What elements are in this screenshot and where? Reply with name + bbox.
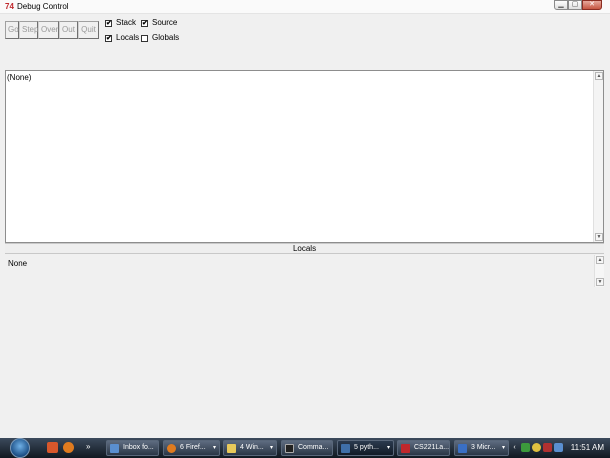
scroll-down-arrow-icon[interactable]: ▼ xyxy=(595,233,603,241)
task-label: Inbox fo... xyxy=(123,444,154,451)
stack-checkbox[interactable]: ✔ Stack xyxy=(105,18,136,28)
locals-pane: None ▲ ▼ xyxy=(5,255,604,437)
clock[interactable]: 11:51 AM xyxy=(571,443,604,452)
close-button[interactable]: ✕ xyxy=(582,0,602,10)
locals-checkbox[interactable]: ✔ Locals xyxy=(105,33,139,43)
tk-app-icon: 74 xyxy=(5,2,14,11)
locals-header: Locals xyxy=(5,243,604,254)
task-label: 5 pyth... xyxy=(354,444,379,451)
document-icon xyxy=(401,444,410,453)
word-icon xyxy=(458,444,467,453)
task-label: Comma... xyxy=(298,444,329,451)
over-button[interactable]: Over xyxy=(38,21,59,39)
scroll-up-arrow-icon[interactable]: ▲ xyxy=(595,72,603,80)
taskbar: » Inbox fo... 6 Firef... ▾ 4 Win... ▾ Co… xyxy=(0,438,610,458)
locals-scrollbar[interactable]: ▲ ▼ xyxy=(594,255,604,287)
globals-label: Globals xyxy=(152,33,180,42)
scroll-down-arrow-icon[interactable]: ▼ xyxy=(596,278,604,286)
stack-entry[interactable]: (None) xyxy=(7,73,31,82)
maximize-button[interactable]: ▢ xyxy=(568,0,582,10)
scroll-up-arrow-icon[interactable]: ▲ xyxy=(596,256,604,264)
chevron-down-icon: ▾ xyxy=(501,445,505,451)
python-icon xyxy=(341,444,350,453)
source-checkbox[interactable]: ✔ Source xyxy=(141,18,177,28)
check-mark-icon: ✔ xyxy=(141,19,148,27)
chevron-down-icon: ▾ xyxy=(212,445,216,451)
go-button[interactable]: Go xyxy=(5,21,19,39)
task-label: CS221La... xyxy=(414,444,450,451)
task-firefox[interactable]: 6 Firef... ▾ xyxy=(163,440,220,456)
stack-label: Stack xyxy=(116,18,137,27)
check-mark-icon: ✔ xyxy=(105,34,112,42)
folder-icon xyxy=(227,444,236,453)
out-button[interactable]: Out xyxy=(59,21,78,39)
chevron-down-icon: ▾ xyxy=(386,445,390,451)
task-python[interactable]: 5 pyth... ▾ xyxy=(337,440,394,456)
quit-button[interactable]: Quit xyxy=(78,21,99,39)
stack-scrollbar[interactable]: ▲ ▼ xyxy=(593,71,603,242)
power-icon[interactable] xyxy=(554,443,563,452)
task-command[interactable]: Comma... xyxy=(281,440,333,456)
task-label: 6 Firef... xyxy=(180,444,206,451)
system-tray: ‹ 11:51 AM xyxy=(510,439,610,457)
task-label: 3 Micr... xyxy=(471,444,496,451)
volume-icon[interactable] xyxy=(543,443,552,452)
task-windows[interactable]: 4 Win... ▾ xyxy=(223,440,277,456)
empty-checkbox-icon xyxy=(141,34,148,42)
stack-listbox[interactable]: (None) ▲ ▼ xyxy=(5,70,604,243)
view-options: ✔ Stack ✔ Source ✔ Locals Globals xyxy=(105,18,195,48)
step-button[interactable]: Step xyxy=(19,21,38,39)
minimize-button[interactable]: ▁ xyxy=(554,0,568,10)
window-controls: ▁ ▢ ✕ xyxy=(554,0,602,10)
task-cs221[interactable]: CS221La... xyxy=(397,440,450,456)
network-icon[interactable] xyxy=(521,443,530,452)
locals-value: None xyxy=(8,259,28,268)
task-label: 4 Win... xyxy=(240,444,264,451)
check-mark-icon: ✔ xyxy=(105,19,112,27)
task-inbox[interactable]: Inbox fo... xyxy=(106,440,159,456)
quicklaunch-app-icon[interactable] xyxy=(47,442,58,453)
shield-icon[interactable] xyxy=(532,443,541,452)
console-icon xyxy=(285,444,294,453)
mail-icon xyxy=(110,444,119,453)
locals-label: Locals xyxy=(116,33,140,42)
chevron-right-icon[interactable]: » xyxy=(86,442,90,451)
chevron-left-icon[interactable]: ‹ xyxy=(510,443,519,452)
firefox-icon xyxy=(167,444,176,453)
firefox-icon[interactable] xyxy=(63,442,74,453)
start-button[interactable] xyxy=(10,438,30,458)
debug-toolbar: Go Step Over Out Quit xyxy=(5,21,99,39)
title-bar: 74 Debug Control ▁ ▢ ✕ xyxy=(0,0,610,14)
chevron-down-icon: ▾ xyxy=(269,445,273,451)
window-title: Debug Control xyxy=(17,2,69,11)
source-label: Source xyxy=(152,18,178,27)
task-microsoft[interactable]: 3 Micr... ▾ xyxy=(454,440,509,456)
globals-checkbox[interactable]: Globals xyxy=(141,33,179,43)
